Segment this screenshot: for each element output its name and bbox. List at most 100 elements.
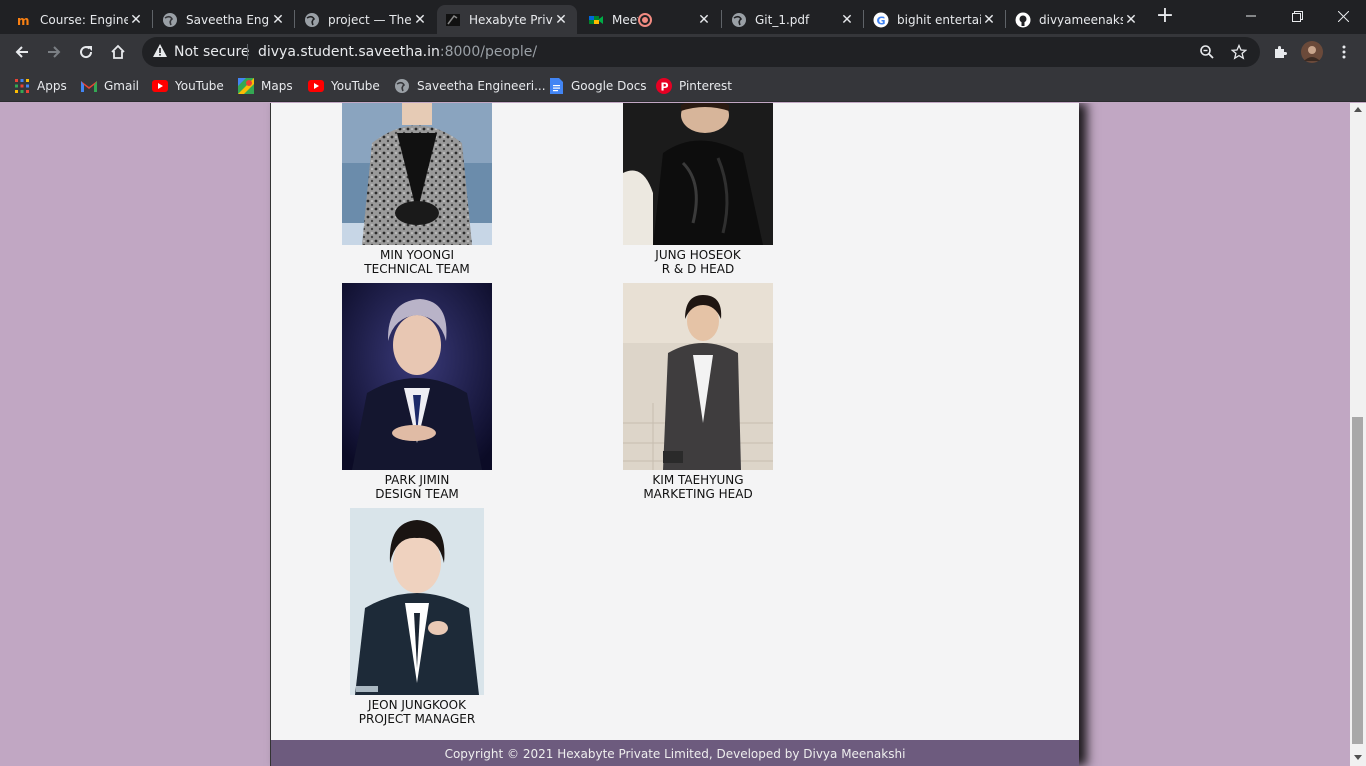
- zoom-icon[interactable]: [1198, 43, 1216, 61]
- bookmark-label: Maps: [261, 79, 293, 93]
- tab-bighit[interactable]: G bighit entertain ✕: [865, 5, 1005, 34]
- bookmark-label: YouTube: [331, 79, 380, 93]
- person-role: DESIGN TEAM: [375, 487, 459, 501]
- tab-title: Course: Enginee: [40, 12, 128, 27]
- close-icon: [1337, 10, 1349, 22]
- bookmark-youtube-1[interactable]: YouTube: [152, 76, 224, 96]
- scroll-up-icon[interactable]: [1354, 107, 1362, 112]
- bookmark-google-docs[interactable]: Google Docs: [548, 76, 647, 96]
- arrow-right-icon: [48, 46, 61, 58]
- security-label[interactable]: Not secure: [174, 44, 250, 60]
- person-role: R & D HEAD: [661, 262, 735, 276]
- bookmark-saveetha[interactable]: Saveetha Engineeri...: [394, 76, 546, 96]
- close-icon[interactable]: ✕: [553, 12, 569, 28]
- tab-strip: m Course: Enginee ✕ Saveetha Engine ✕ pr…: [0, 0, 1366, 34]
- person-caption: JUNG HOSEOK R & D HEAD: [588, 248, 808, 276]
- person-name: PARK JIMIN: [384, 473, 450, 487]
- tab-course[interactable]: m Course: Enginee ✕: [8, 5, 152, 34]
- person-caption: MIN YOONGI TECHNICAL TEAM: [307, 248, 527, 276]
- reload-button[interactable]: [72, 38, 100, 66]
- scroll-down-icon[interactable]: [1354, 755, 1362, 760]
- youtube-icon: [152, 78, 168, 94]
- bookmark-label: Gmail: [104, 79, 140, 93]
- person-caption: JEON JUNGKOOK PROJECT MANAGER: [307, 698, 527, 726]
- minimize-icon: [1246, 15, 1256, 17]
- new-tab-button[interactable]: +: [1155, 5, 1175, 28]
- tab-hexabyte[interactable]: Hexabyte Private ✕: [437, 5, 577, 34]
- bookmark-label: Google Docs: [571, 79, 647, 93]
- bookmark-label: YouTube: [175, 79, 224, 93]
- bookmark-label: Pinterest: [679, 79, 733, 93]
- reload-icon: [80, 46, 93, 59]
- person-photo-jung-hoseok: [623, 103, 773, 245]
- person-role: PROJECT MANAGER: [358, 712, 476, 726]
- tab-meet[interactable]: Meet - ihn ✕: [580, 5, 720, 34]
- page-icon: [445, 12, 461, 28]
- minimize-button[interactable]: [1228, 0, 1274, 32]
- home-button[interactable]: [104, 38, 132, 66]
- tab-title: Hexabyte Private: [469, 12, 553, 27]
- page-viewport: MIN YOONGI TECHNICAL TEAM JUNG HOSEOK R …: [0, 103, 1350, 766]
- close-icon[interactable]: ✕: [839, 12, 855, 28]
- star-icon[interactable]: [1230, 43, 1248, 61]
- globe-icon: [304, 12, 320, 28]
- forward-button[interactable]: [40, 38, 68, 66]
- maps-icon: [238, 78, 254, 94]
- youtube-icon: [308, 78, 324, 94]
- bookmark-apps[interactable]: Apps: [14, 76, 67, 96]
- restore-button[interactable]: [1274, 0, 1320, 32]
- svg-text:P: P: [661, 81, 669, 94]
- person-name: JEON JUNGKOOK: [368, 698, 466, 712]
- avatar-icon: [1301, 41, 1323, 63]
- close-icon[interactable]: ✕: [270, 12, 286, 28]
- close-icon[interactable]: ✕: [981, 12, 997, 28]
- bookmark-label: Saveetha Engineeri...: [417, 79, 546, 93]
- close-icon[interactable]: ✕: [412, 12, 428, 28]
- google-icon: G: [873, 12, 889, 28]
- tab-git-pdf[interactable]: Git_1.pdf ✕: [723, 5, 863, 34]
- bookmark-youtube-2[interactable]: YouTube: [308, 76, 380, 96]
- svg-text:G: G: [877, 14, 886, 27]
- arrow-left-icon: [15, 46, 28, 58]
- puzzle-icon: [1275, 46, 1287, 58]
- person-caption: KIM TAEHYUNG MARKETING HEAD: [588, 473, 808, 501]
- bookmark-gmail[interactable]: Gmail: [81, 76, 139, 96]
- page-footer: Copyright © 2021 Hexabyte Private Limite…: [271, 740, 1079, 766]
- warning-icon[interactable]: [152, 43, 168, 63]
- apps-grid-icon: [14, 78, 30, 94]
- address-bar[interactable]: Not secure divya.student.saveetha.in:800…: [142, 37, 1260, 67]
- tab-project[interactable]: project — The F ✕: [296, 5, 436, 34]
- menu-button[interactable]: [1330, 38, 1358, 66]
- person-name: KIM TAEHYUNG: [652, 473, 744, 487]
- globe-icon: [394, 78, 410, 94]
- extensions-button[interactable]: [1266, 38, 1294, 66]
- close-window-button[interactable]: [1320, 0, 1366, 32]
- close-icon[interactable]: ✕: [128, 12, 144, 28]
- home-icon: [111, 44, 125, 59]
- person-name: MIN YOONGI: [379, 248, 455, 262]
- tab-title: Git_1.pdf: [755, 12, 810, 27]
- profile-avatar[interactable]: [1298, 38, 1326, 66]
- bookmarks-bar: Apps Gmail YouTube Maps YouTube Saveetha…: [0, 70, 1366, 102]
- globe-icon: [731, 12, 747, 28]
- tab-title: project — The F: [328, 12, 412, 27]
- scroll-thumb[interactable]: [1352, 417, 1363, 744]
- tab-title: bighit entertain: [897, 12, 981, 27]
- person-photo-jeon-jungkook: [350, 508, 484, 695]
- bookmark-pinterest[interactable]: P Pinterest: [656, 76, 732, 96]
- tab-title: divyameenaksh: [1039, 12, 1123, 27]
- person-photo-kim-taehyung: [623, 283, 773, 470]
- close-icon[interactable]: ✕: [696, 12, 712, 28]
- docs-icon: [548, 78, 564, 94]
- back-button[interactable]: [8, 38, 36, 66]
- close-icon[interactable]: ✕: [1123, 12, 1139, 28]
- tab-saveetha[interactable]: Saveetha Engine ✕: [154, 5, 294, 34]
- page-scrollbar[interactable]: [1350, 103, 1366, 766]
- gmail-icon: [81, 78, 97, 94]
- person-role: TECHNICAL TEAM: [364, 262, 470, 276]
- kebab-menu-icon: [1342, 45, 1346, 59]
- bookmark-maps[interactable]: Maps: [238, 76, 293, 96]
- url-text[interactable]: divya.student.saveetha.in:8000/people/: [258, 44, 537, 60]
- person-photo-park-jimin: [342, 283, 492, 470]
- tab-github[interactable]: divyameenaksh ✕: [1007, 5, 1147, 34]
